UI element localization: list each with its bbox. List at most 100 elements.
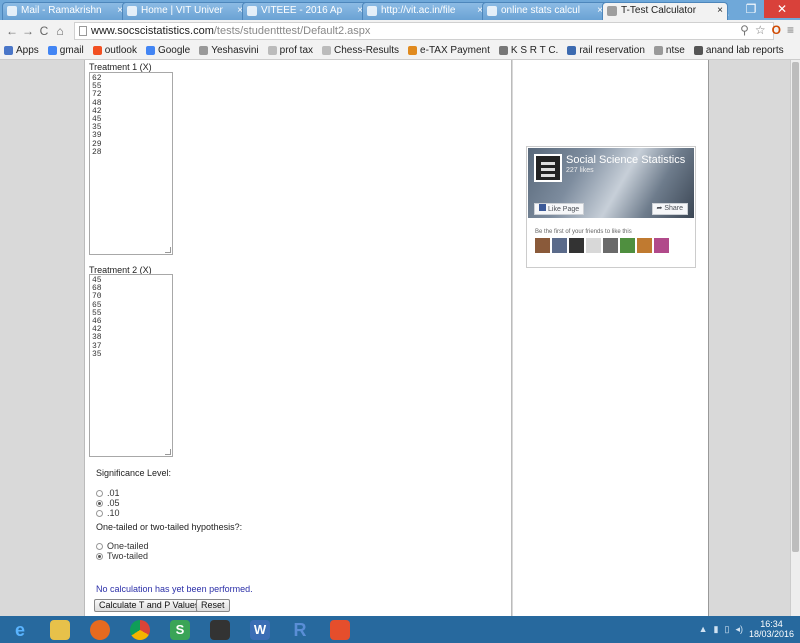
network-icon[interactable]: ▮ xyxy=(714,624,719,635)
word-icon[interactable]: W xyxy=(240,616,280,643)
facebook-page-name[interactable]: Social Science Statistics xyxy=(566,154,685,166)
app-s-icon[interactable]: S xyxy=(160,616,200,643)
significance-level-label: Significance Level: xyxy=(96,468,172,478)
close-window-button[interactable]: ✕ xyxy=(764,0,800,18)
resize-grip-icon[interactable] xyxy=(165,247,171,253)
facebook-share-button[interactable]: ➦ Share xyxy=(651,203,688,215)
url-path: /tests/studentttest/Default2.aspx xyxy=(213,25,371,37)
page-logo-icon[interactable] xyxy=(534,154,562,182)
bookmark-ntse[interactable]: ntse xyxy=(653,45,685,56)
avatar[interactable] xyxy=(620,238,635,253)
facebook-like-count: 227 likes xyxy=(566,167,594,174)
radio-button[interactable] xyxy=(96,542,103,550)
significance-option-05[interactable]: .05 xyxy=(96,498,120,508)
tab-vit-home[interactable]: Home | VIT Univer × xyxy=(122,2,248,20)
file-explorer-icon[interactable] xyxy=(40,616,80,643)
right-sidebar xyxy=(513,60,709,616)
bookmark-outlook[interactable]: outlook xyxy=(92,45,137,56)
treatment1-label: Treatment 1 (X) xyxy=(89,62,152,72)
avatar[interactable] xyxy=(637,238,652,253)
two-tailed-option[interactable]: Two-tailed xyxy=(96,551,148,561)
apps-grid-icon xyxy=(4,46,13,55)
maximize-button[interactable]: ❐ xyxy=(738,0,764,18)
significance-option-01[interactable]: .01 xyxy=(96,488,120,498)
avatar[interactable] xyxy=(552,238,567,253)
bookmark-apps[interactable]: Apps xyxy=(4,45,39,56)
bookmark-chess-results[interactable]: Chess-Results xyxy=(322,45,399,56)
bookmark-google[interactable]: Google xyxy=(145,45,190,56)
volume-icon[interactable]: ◂) xyxy=(735,624,743,635)
avatar[interactable] xyxy=(569,238,584,253)
system-clock[interactable]: 16:34 18/03/2016 xyxy=(749,619,794,639)
treatment2-textarea[interactable]: 45 68 70 65 55 46 42 38 37 35 xyxy=(89,274,173,457)
bookmarks-bar: Apps gmail outlook Google Yeshasvini pro… xyxy=(0,42,800,60)
close-tab-icon[interactable]: × xyxy=(717,5,723,16)
tail-hypothesis-label: One-tailed or two-tailed hypothesis?: xyxy=(96,522,243,532)
chrome-icon[interactable] xyxy=(120,616,160,643)
google-icon xyxy=(487,6,497,16)
r-icon[interactable]: R xyxy=(280,616,320,643)
reset-button[interactable]: Reset xyxy=(196,599,230,612)
tab-vit-file[interactable]: http://vit.ac.in/file × xyxy=(362,2,488,20)
bookmark-anand-lab-reports[interactable]: anand lab reports xyxy=(693,45,784,56)
site-icon xyxy=(653,46,663,55)
tab-viteee[interactable]: VITEEE - 2016 Ap × xyxy=(242,2,368,20)
page-icon xyxy=(267,46,277,55)
calculator-icon xyxy=(607,6,617,16)
facebook-like-page-button[interactable]: Like Page xyxy=(534,203,585,215)
bookmark-ksrtc[interactable]: K S R T C. xyxy=(498,45,558,56)
forward-button[interactable]: → xyxy=(20,24,36,38)
facebook-cover-image: Social Science Statistics 227 likes Like… xyxy=(528,148,694,218)
radio-button[interactable] xyxy=(96,489,103,497)
avatar[interactable] xyxy=(603,238,618,253)
extension-icon[interactable]: O xyxy=(772,23,781,37)
bookmark-prof-tax[interactable]: prof tax xyxy=(267,45,313,56)
page-icon xyxy=(322,46,332,55)
avatar[interactable] xyxy=(654,238,669,253)
site-icon xyxy=(199,46,209,55)
zoom-icon[interactable]: ⚲ xyxy=(740,23,749,37)
bookmark-rail-reservation[interactable]: rail reservation xyxy=(567,45,645,56)
url-host: www.socscistatistics.com xyxy=(91,25,214,37)
bookmark-yeshasvini[interactable]: Yeshasvini xyxy=(199,45,259,56)
reload-button[interactable]: C xyxy=(36,24,52,38)
bookmark-star-icon[interactable]: ☆ xyxy=(755,23,766,37)
radio-button[interactable] xyxy=(96,552,103,560)
scrollbar-thumb[interactable] xyxy=(792,62,799,552)
page-scrollbar[interactable] xyxy=(790,60,800,616)
significance-option-10[interactable]: .10 xyxy=(96,508,120,518)
treatment1-textarea[interactable]: 62 55 72 48 42 45 35 39 29 28 xyxy=(89,72,173,255)
avatar[interactable] xyxy=(586,238,601,253)
tab-mail[interactable]: Mail - Ramakrishn × xyxy=(2,2,128,20)
windows-taskbar: e S W R ▲ ▮ ▯ ◂) 16:34 18/03/2016 xyxy=(0,616,800,643)
back-button[interactable]: ← xyxy=(4,24,20,38)
avatar[interactable] xyxy=(535,238,550,253)
tab-t-test-calculator[interactable]: T-Test Calculator × xyxy=(602,2,728,20)
resize-grip-icon[interactable] xyxy=(165,449,171,455)
address-bar[interactable]: www.socscistatistics.com/tests/studenttt… xyxy=(74,22,774,40)
toolbar-right: ⚲ ☆ O ≡ xyxy=(740,23,794,37)
battery-icon[interactable]: ▯ xyxy=(724,624,729,635)
clock-date: 18/03/2016 xyxy=(748,629,794,639)
browser-toolbar: ← → C ⌂ www.socscistatistics.com/tests/s… xyxy=(0,20,800,42)
bookmark-gmail[interactable]: gmail xyxy=(47,45,84,56)
radio-button[interactable] xyxy=(96,499,103,507)
one-tailed-option[interactable]: One-tailed xyxy=(96,541,149,551)
browser-titlebar: Mail - Ramakrishn × Home | VIT Univer × VI… xyxy=(0,0,800,20)
facebook-icon xyxy=(539,204,546,211)
calculate-button[interactable]: Calculate T and P Values xyxy=(94,599,205,612)
tab-online-stats[interactable]: online stats calcul × xyxy=(482,2,608,20)
clock-time: 16:34 xyxy=(760,619,783,629)
tab-strip: Mail - Ramakrishn × Home | VIT Univer × VI… xyxy=(2,2,728,20)
google-icon xyxy=(145,46,155,55)
radio-button[interactable] xyxy=(96,509,103,517)
tray-arrow-icon[interactable]: ▲ xyxy=(699,624,708,634)
home-button[interactable]: ⌂ xyxy=(52,24,68,38)
printer-icon[interactable] xyxy=(200,616,240,643)
video-icon[interactable] xyxy=(320,616,360,643)
firefox-icon[interactable] xyxy=(80,616,120,643)
bookmark-etax[interactable]: e-TAX Payment xyxy=(408,45,490,56)
ie-icon[interactable]: e xyxy=(0,616,40,643)
calculation-status: No calculation has yet been performed. xyxy=(96,584,253,594)
menu-icon[interactable]: ≡ xyxy=(787,23,794,37)
